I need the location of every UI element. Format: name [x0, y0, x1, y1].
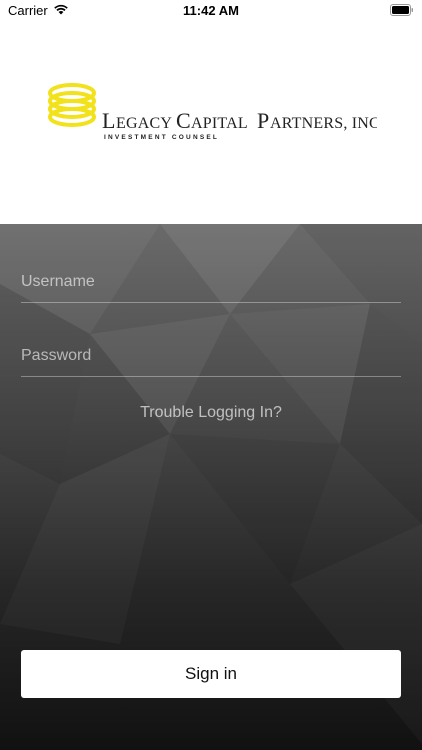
- svg-text:APITAL: APITAL: [191, 115, 248, 132]
- login-panel: Trouble Logging In? Sign in: [0, 224, 422, 750]
- username-field[interactable]: [21, 262, 401, 303]
- svg-text:EGACY: EGACY: [116, 115, 172, 132]
- svg-text:L: L: [102, 110, 116, 132]
- username-input[interactable]: [21, 262, 401, 302]
- svg-text:C: C: [176, 110, 191, 132]
- status-bar: Carrier 11:42 AM: [0, 0, 422, 24]
- password-input[interactable]: [21, 336, 401, 376]
- logo-rings-icon: [44, 82, 100, 135]
- battery-icon: [390, 4, 414, 19]
- logo-area: L EGACY C APITAL P ARTNERS, INC. INVESTM…: [0, 24, 422, 224]
- password-field[interactable]: [21, 336, 401, 377]
- sign-in-button[interactable]: Sign in: [21, 650, 401, 698]
- status-time: 11:42 AM: [183, 3, 239, 18]
- svg-text:ARTNERS, INC.: ARTNERS, INC.: [270, 115, 377, 132]
- company-tagline: INVESTMENT COUNSEL: [104, 132, 234, 142]
- trouble-logging-in-link[interactable]: Trouble Logging In?: [0, 404, 422, 422]
- svg-text:INVESTMENT COUNSEL: INVESTMENT COUNSEL: [104, 134, 219, 140]
- svg-text:P: P: [257, 110, 269, 132]
